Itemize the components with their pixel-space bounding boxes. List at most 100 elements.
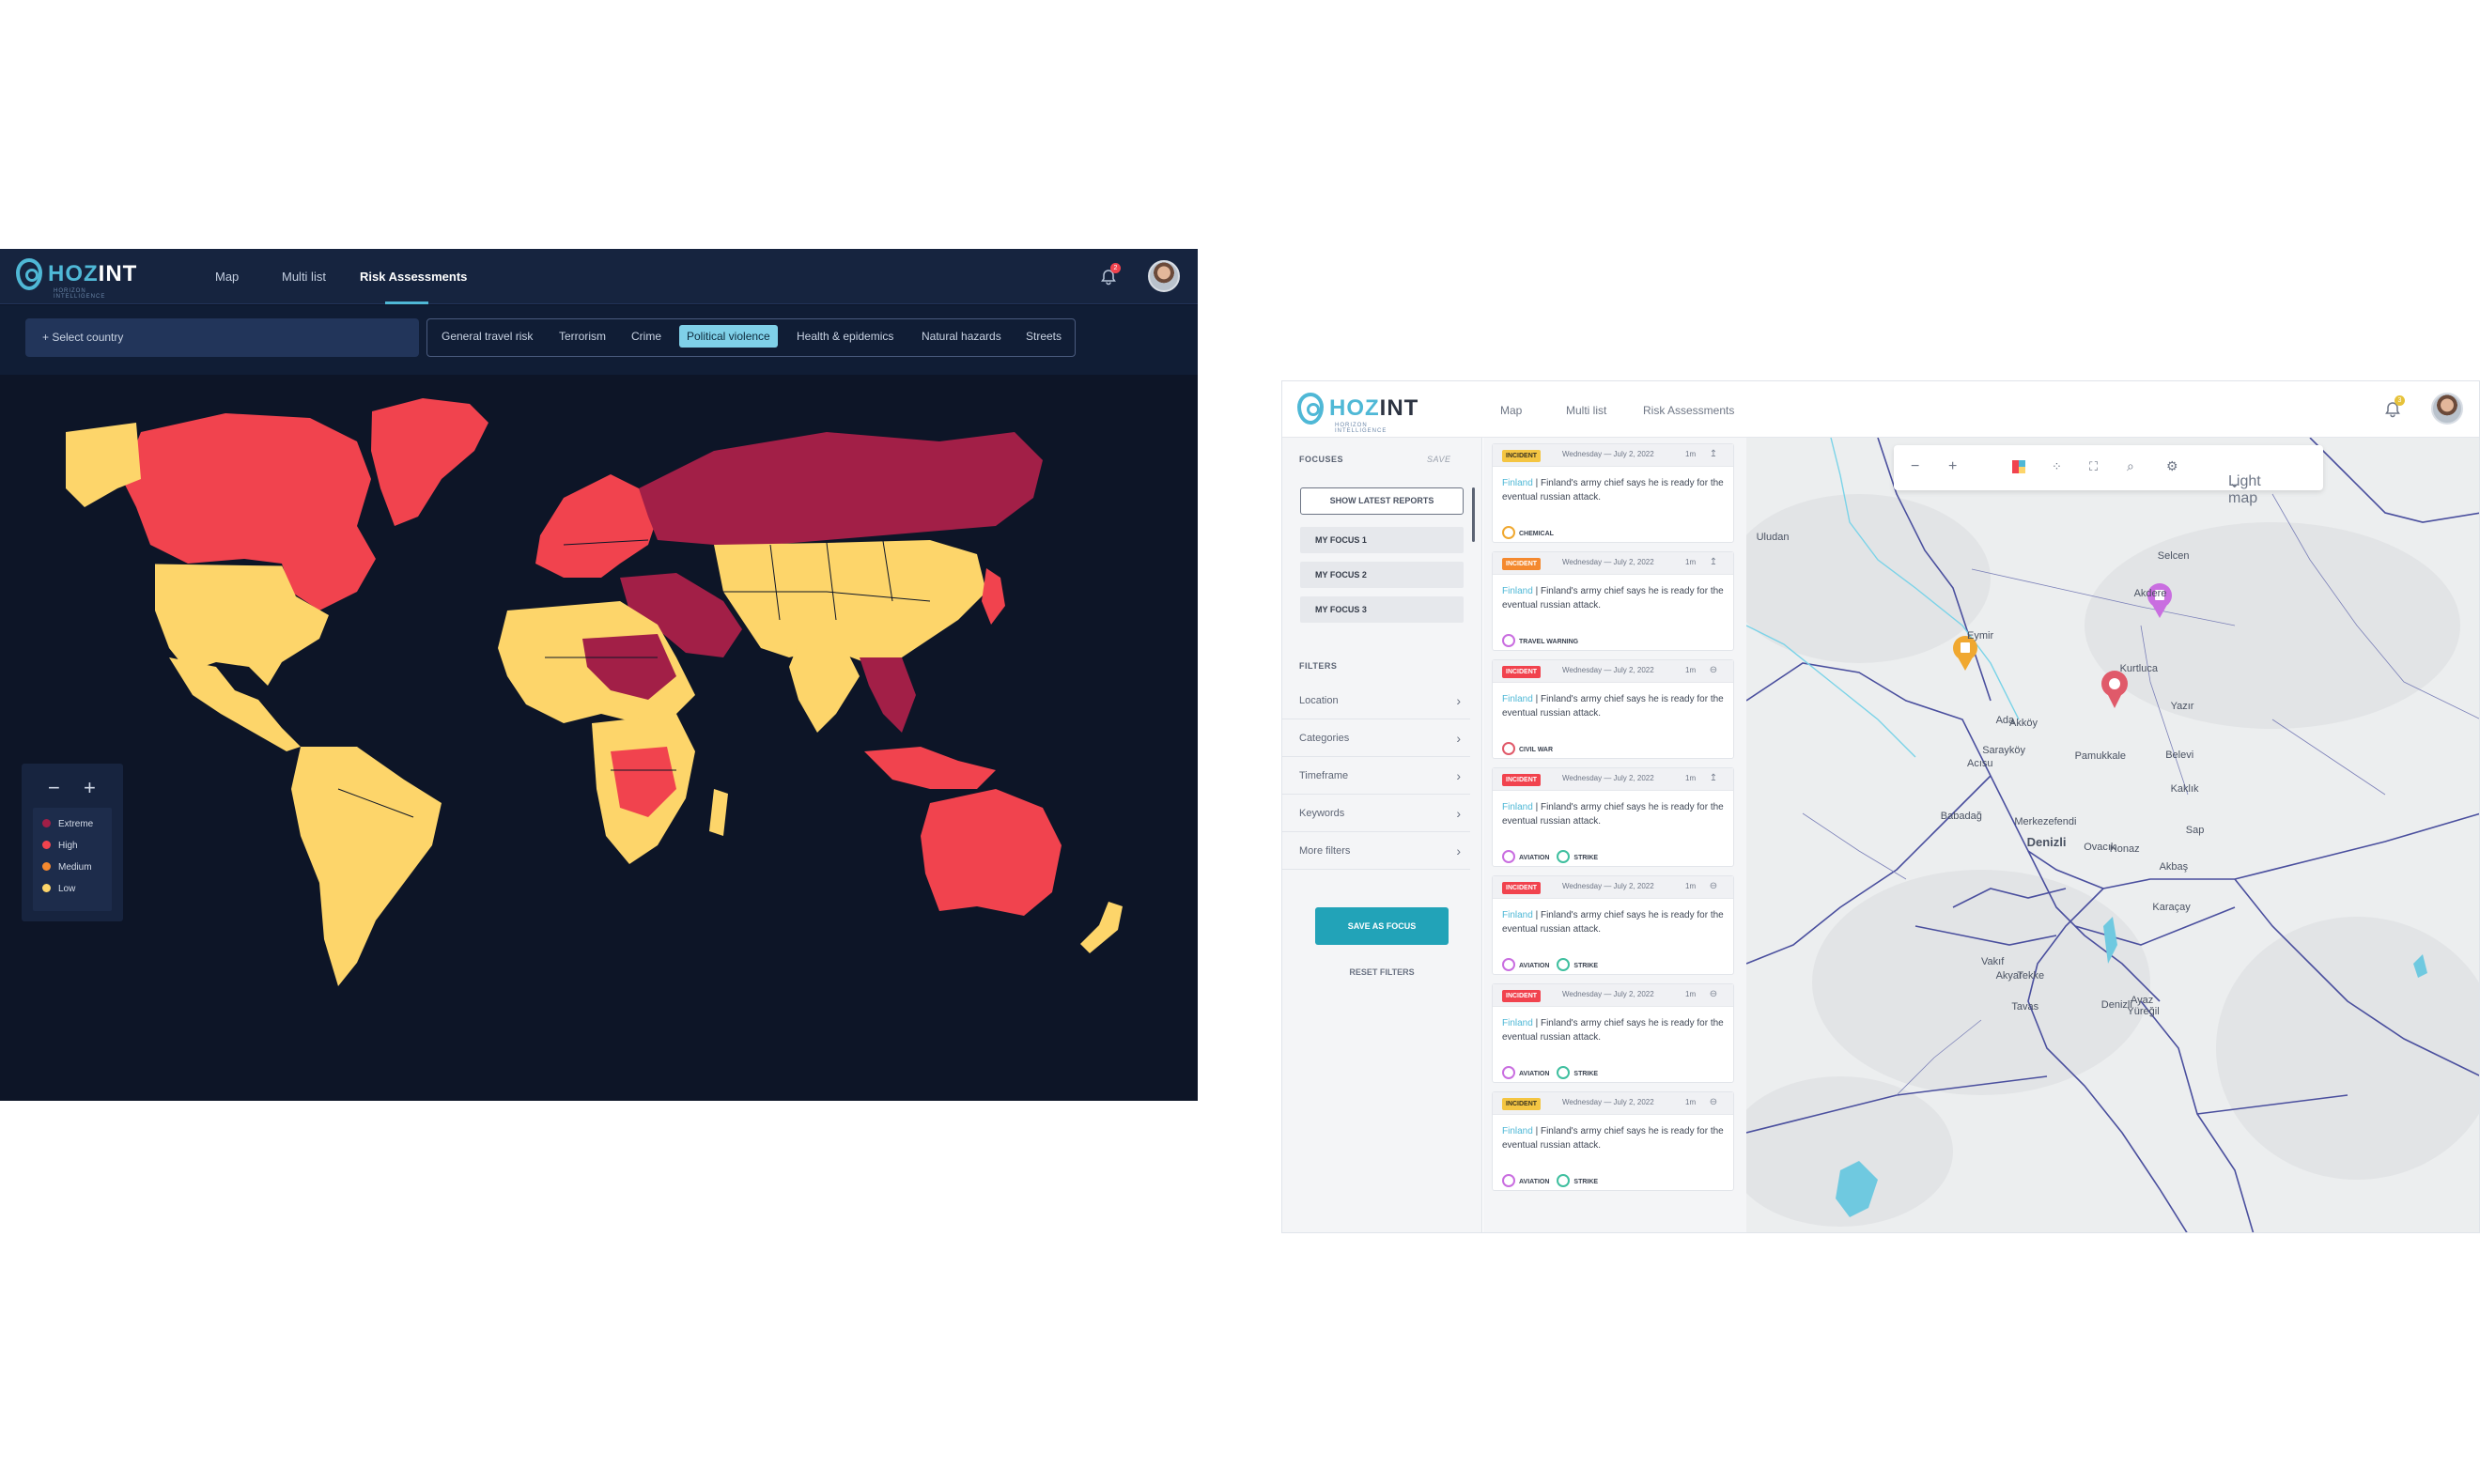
map-region-south-america[interactable] <box>291 747 442 986</box>
incident-age: 1m <box>1685 1098 1697 1106</box>
world-risk-map[interactable] <box>0 376 1198 1101</box>
notification-bell-icon[interactable]: 2 <box>1099 263 1121 286</box>
incident-tag: INCIDENT <box>1502 990 1542 1002</box>
map-region-japan[interactable] <box>982 568 1005 625</box>
filters-title: FILTERS <box>1299 661 1338 671</box>
incident-location-link[interactable]: Finland <box>1502 478 1533 488</box>
incident-card[interactable]: INCIDENT Wednesday — July 2, 2022 1m ⊖ F… <box>1492 983 1734 1083</box>
collapse-icon[interactable]: ⊖ <box>1708 881 1719 892</box>
category-icon <box>1502 634 1515 647</box>
tab-streets[interactable]: Streets <box>1026 330 1062 343</box>
layers-icon[interactable] <box>2011 459 2026 479</box>
cluster-icon[interactable]: ⁘ <box>2052 459 2062 474</box>
hozint-logo[interactable]: HOZINT HORIZON INTELLIGENCE <box>16 258 137 300</box>
save-focuses-link[interactable]: SAVE <box>1427 455 1451 464</box>
incident-location-link[interactable]: Finland <box>1502 802 1533 812</box>
category-chip: STRIKE <box>1557 958 1598 971</box>
map-region-new-zealand[interactable] <box>1080 902 1123 953</box>
select-country-dropdown[interactable]: + Select country <box>25 318 419 357</box>
map-region-russia[interactable] <box>639 432 1043 545</box>
filter-timeframe[interactable]: Timeframe › <box>1282 757 1470 795</box>
filter-location[interactable]: Location › <box>1282 682 1470 719</box>
incident-date: Wednesday — July 2, 2022 <box>1562 990 1654 998</box>
incident-location-link[interactable]: Finland <box>1502 910 1533 920</box>
map-place-label: Akdere <box>2133 588 2167 599</box>
show-latest-reports-button[interactable]: SHOW LATEST REPORTS <box>1300 487 1464 515</box>
map-place-label: Akköy <box>2009 718 2038 729</box>
tab-crime[interactable]: Crime <box>631 330 661 343</box>
map-region-australia[interactable] <box>921 789 1062 916</box>
user-avatar[interactable] <box>1148 260 1180 292</box>
map-place-label: Pamukkale <box>2074 750 2127 762</box>
map-region-asia[interactable] <box>714 540 986 662</box>
incident-location-link[interactable]: Finland <box>1502 1018 1533 1028</box>
map-region-india[interactable] <box>789 643 860 733</box>
area-select-icon[interactable]: ⛶ <box>2089 459 2098 474</box>
map-region-alaska[interactable] <box>66 423 141 507</box>
user-avatar[interactable] <box>2431 393 2463 425</box>
nav-map[interactable]: Map <box>215 270 239 284</box>
chevron-right-icon: › <box>1456 768 1461 783</box>
map-place-label: Uludan <box>1756 532 1790 543</box>
incident-card[interactable]: INCIDENT Wednesday — July 2, 2022 1m ⊖ F… <box>1492 1091 1734 1191</box>
incident-location-link[interactable]: Finland <box>1502 586 1533 596</box>
map-place-label: Vakıf <box>1981 956 2005 967</box>
filter-more-filters[interactable]: More filters › <box>1282 832 1470 870</box>
map-region-indonesia[interactable] <box>864 747 996 789</box>
zoom-search-icon[interactable]: ⌕ <box>2127 458 2134 474</box>
map-place-label: Karaçay <box>2152 902 2191 913</box>
filter-categories[interactable]: Categories › <box>1282 719 1470 757</box>
map-region-greenland[interactable] <box>371 398 488 526</box>
gear-icon[interactable]: ⚙ <box>2166 458 2178 474</box>
incident-card[interactable]: INCIDENT Wednesday — July 2, 2022 1m ⊖ F… <box>1492 659 1734 759</box>
category-icon <box>1502 1066 1515 1079</box>
nav-risk-assessments[interactable]: Risk Assessments <box>1643 404 1734 417</box>
notification-bell-icon[interactable]: 3 <box>2383 395 2405 419</box>
tab-political-violence[interactable]: Political violence <box>679 325 778 348</box>
incident-card[interactable]: INCIDENT Wednesday — July 2, 2022 1m ↥ F… <box>1492 443 1734 543</box>
tab-terrorism[interactable]: Terrorism <box>559 330 606 343</box>
zoom-out-button[interactable]: − <box>48 778 60 798</box>
incident-categories: TRAVEL WARNING <box>1502 631 1586 647</box>
nav-risk-assessments[interactable]: Risk Assessments <box>360 270 467 284</box>
zoom-in-button[interactable]: + <box>84 778 96 798</box>
incident-location-link[interactable]: Finland <box>1502 1126 1533 1136</box>
incident-map[interactable] <box>1746 438 2480 1233</box>
pin-icon[interactable]: ↥ <box>1708 773 1719 784</box>
tab-general-travel-risk[interactable]: General travel risk <box>442 330 533 343</box>
save-as-focus-button[interactable]: SAVE AS FOCUS <box>1315 907 1449 945</box>
chevron-down-icon: ⌄ <box>2228 475 2241 491</box>
zoom-out-icon[interactable]: − <box>1911 458 1919 475</box>
pin-icon[interactable]: ↥ <box>1708 449 1719 460</box>
reset-filters-button[interactable]: RESET FILTERS <box>1315 967 1449 977</box>
pin-icon[interactable]: ⊖ <box>1708 1097 1719 1108</box>
tab-natural-hazards[interactable]: Natural hazards <box>922 330 1001 343</box>
map-place-label: Ayaz <box>2131 995 2154 1006</box>
incident-age: 1m <box>1685 882 1697 890</box>
pin-icon[interactable]: ⊖ <box>1708 989 1719 1000</box>
dark-risk-assessment-window: HOZINT HORIZON INTELLIGENCE Map Multi li… <box>0 249 1198 1101</box>
incident-location-link[interactable]: Finland <box>1502 694 1533 704</box>
incident-tag: INCIDENT <box>1502 666 1542 678</box>
focus-item-1[interactable]: MY FOCUS 1 <box>1300 527 1464 553</box>
nav-multi-list[interactable]: Multi list <box>282 270 326 284</box>
collapse-icon[interactable]: ↥ <box>1708 557 1719 568</box>
zoom-in-icon[interactable]: + <box>1948 458 1957 475</box>
sidebar-scrollbar[interactable] <box>1472 487 1475 542</box>
incident-card[interactable]: INCIDENT Wednesday — July 2, 2022 1m ↥ F… <box>1492 551 1734 651</box>
nav-map[interactable]: Map <box>1500 404 1522 417</box>
incident-date: Wednesday — July 2, 2022 <box>1562 882 1654 890</box>
map-place-label: Sap <box>2185 825 2205 836</box>
map-region-southeast-asia[interactable] <box>860 657 916 733</box>
filter-keywords[interactable]: Keywords › <box>1282 795 1470 832</box>
pin-icon[interactable]: ⊖ <box>1708 665 1719 676</box>
incident-card[interactable]: INCIDENT Wednesday — July 2, 2022 1m ↥ F… <box>1492 767 1734 867</box>
focus-item-2[interactable]: MY FOCUS 2 <box>1300 562 1464 588</box>
incident-categories: AVIATION STRIKE <box>1502 847 1605 863</box>
map-region-madagascar[interactable] <box>709 789 728 836</box>
tab-health-epidemics[interactable]: Health & epidemics <box>797 330 893 343</box>
nav-multi-list[interactable]: Multi list <box>1566 404 1606 417</box>
incident-card[interactable]: INCIDENT Wednesday — July 2, 2022 1m ⊖ F… <box>1492 875 1734 975</box>
map-region-mexico-central-america[interactable] <box>169 657 301 751</box>
focus-item-3[interactable]: MY FOCUS 3 <box>1300 596 1464 623</box>
